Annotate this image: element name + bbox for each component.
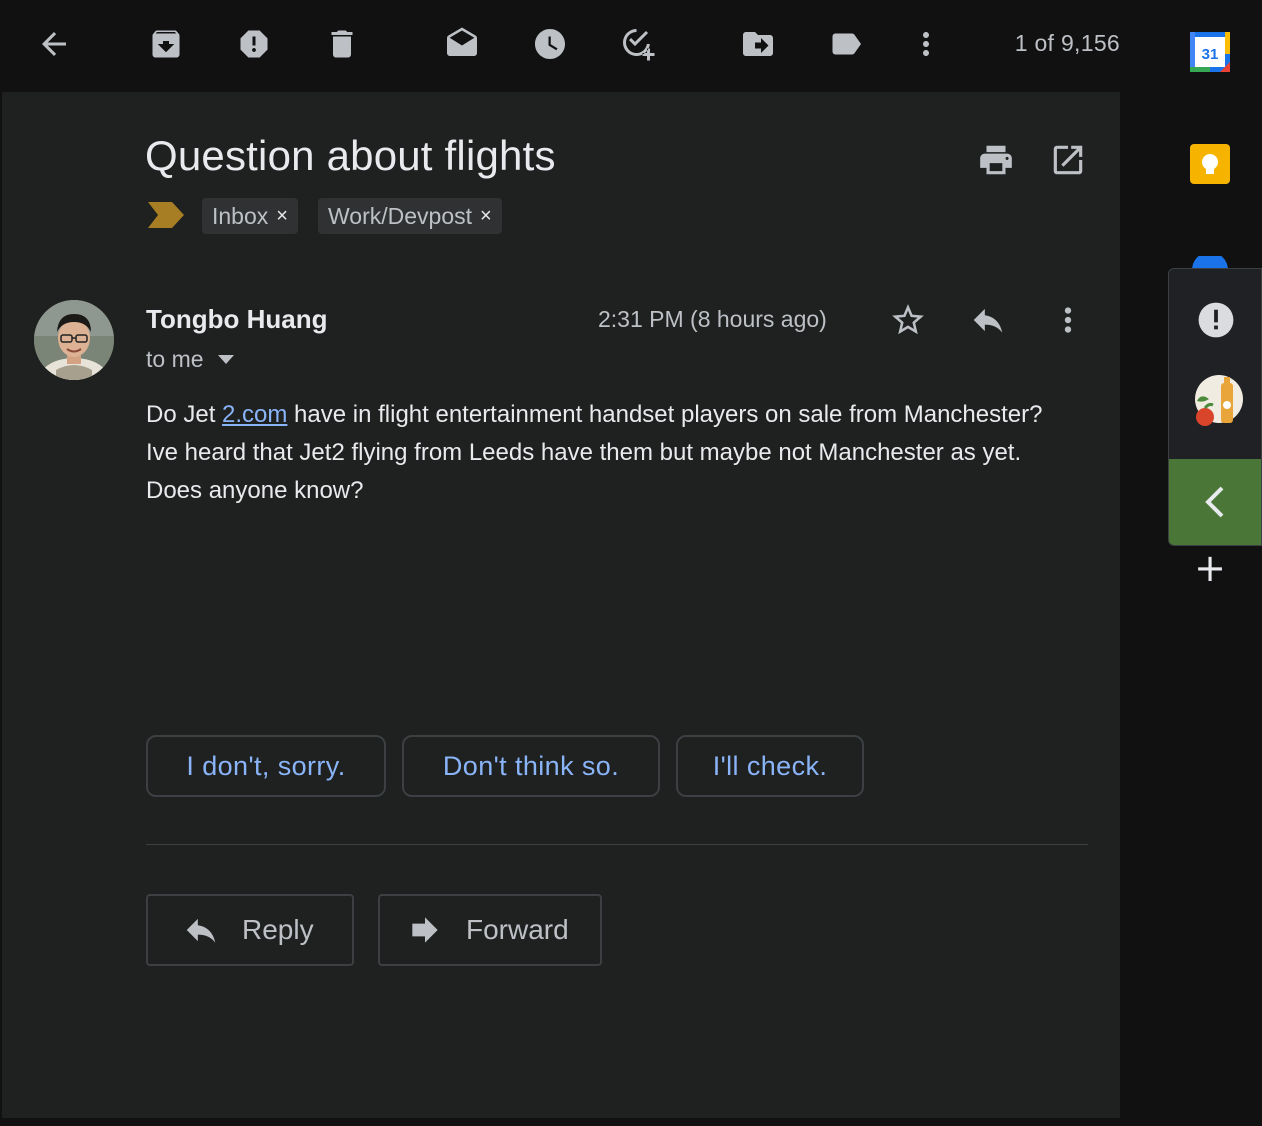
recipient-label: to me bbox=[146, 346, 204, 372]
body-text-start: Do Jet bbox=[146, 401, 223, 428]
caret-down-icon[interactable] bbox=[217, 354, 234, 365]
reply-label: Reply bbox=[242, 914, 314, 945]
back-arrow-icon[interactable] bbox=[34, 24, 74, 64]
addon-panel bbox=[1168, 268, 1262, 546]
importance-marker-icon[interactable] bbox=[148, 202, 184, 228]
chevron-left-icon bbox=[1205, 486, 1224, 518]
label-chip-inbox: Inbox × bbox=[202, 198, 298, 234]
open-in-new-window-icon[interactable] bbox=[1046, 138, 1090, 182]
body-link[interactable]: 2.com bbox=[222, 401, 287, 428]
report-spam-icon[interactable] bbox=[234, 24, 274, 64]
food-app-icon[interactable] bbox=[1191, 373, 1243, 429]
forward-button[interactable]: Forward bbox=[378, 894, 602, 966]
google-keep-icon[interactable] bbox=[1190, 144, 1230, 184]
reply-icon bbox=[186, 918, 216, 943]
more-options-icon[interactable] bbox=[1046, 298, 1090, 342]
email-timestamp: 2:31 PM (8 hours ago) bbox=[598, 306, 827, 332]
more-vert-icon[interactable] bbox=[906, 24, 946, 64]
google-calendar-icon[interactable]: 31 bbox=[1190, 32, 1230, 72]
calendar-day-number: 31 bbox=[1202, 46, 1219, 63]
snooze-clock-icon[interactable] bbox=[530, 24, 570, 64]
remove-label-icon[interactable]: × bbox=[480, 198, 492, 234]
email-subject: Question about flights bbox=[145, 132, 556, 179]
sender-name[interactable]: Tongbo Huang bbox=[146, 304, 327, 335]
mark-unread-icon[interactable] bbox=[442, 24, 482, 64]
divider bbox=[146, 844, 1088, 845]
label-chip-text: Inbox bbox=[212, 203, 269, 229]
remove-label-icon[interactable]: × bbox=[276, 198, 288, 234]
add-to-tasks-icon[interactable] bbox=[618, 24, 658, 64]
label-icon[interactable] bbox=[826, 24, 866, 64]
recipient-details[interactable]: to me bbox=[146, 346, 234, 373]
collapse-panel-button[interactable] bbox=[1169, 459, 1261, 545]
delete-icon[interactable] bbox=[322, 24, 362, 64]
print-icon[interactable] bbox=[974, 138, 1018, 182]
smart-reply-2[interactable]: Don't think so. bbox=[402, 735, 660, 797]
reply-icon[interactable] bbox=[966, 298, 1010, 342]
smart-reply-1[interactable]: I don't, sorry. bbox=[146, 735, 386, 797]
move-to-icon[interactable] bbox=[738, 24, 778, 64]
forward-arrow-icon bbox=[412, 917, 438, 943]
forward-label: Forward bbox=[466, 914, 569, 945]
reply-button[interactable]: Reply bbox=[146, 894, 354, 966]
email-body: Do Jet 2.com have in flight entertainmen… bbox=[146, 396, 1046, 510]
archive-icon[interactable] bbox=[146, 24, 186, 64]
add-addon-button[interactable]: + bbox=[1194, 546, 1226, 590]
smart-reply-3[interactable]: I'll check. bbox=[676, 735, 864, 797]
sender-avatar[interactable] bbox=[34, 300, 114, 380]
label-chip-work-devpost: Work/Devpost × bbox=[318, 198, 502, 234]
star-icon[interactable] bbox=[886, 298, 930, 342]
toolbar: 1 of 9,156 bbox=[0, 0, 1148, 90]
alert-icon[interactable] bbox=[1197, 301, 1235, 339]
message-count: 1 of 9,156 bbox=[1014, 30, 1120, 56]
label-chip-text: Work/Devpost bbox=[328, 203, 473, 229]
